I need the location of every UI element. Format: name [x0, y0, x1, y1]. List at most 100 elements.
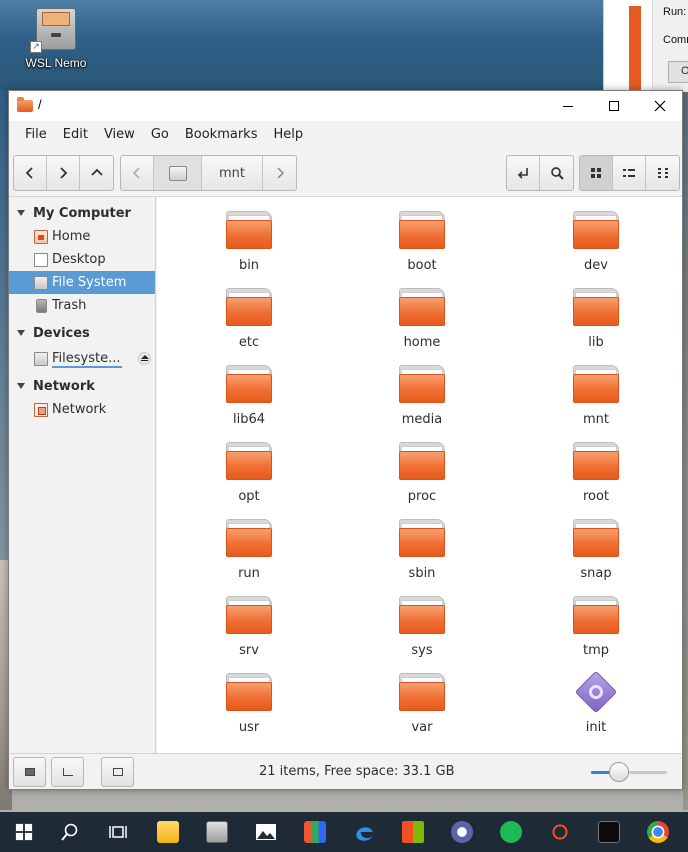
grid-view-icon — [591, 168, 601, 178]
taskbar-apps-grid-button[interactable] — [291, 812, 339, 852]
forward-button[interactable] — [47, 156, 80, 190]
task-view-icon — [109, 826, 127, 838]
menu-go[interactable]: Go — [143, 127, 177, 142]
taskbar-photos-button[interactable] — [242, 812, 290, 852]
folder-icon — [226, 365, 272, 403]
up-button[interactable] — [80, 156, 113, 190]
history-nav-group — [13, 155, 114, 191]
menu-view[interactable]: View — [96, 127, 143, 142]
sidebar-item-filesystem-device[interactable]: Filesyste... — [9, 347, 155, 370]
breadcrumb-mnt[interactable]: mnt — [202, 156, 263, 190]
menu-file[interactable]: File — [17, 127, 55, 142]
search-icon — [61, 823, 78, 841]
file-icon-view[interactable]: bin boot dev etc home lib lib64 media mnt opt proc… — [157, 197, 682, 753]
taskbar-ubuntu-button[interactable] — [536, 812, 584, 852]
file-item-lib[interactable]: lib — [541, 288, 651, 350]
file-item-media[interactable]: media — [367, 365, 477, 427]
file-item-sbin[interactable]: sbin — [367, 519, 477, 581]
list-view-button[interactable] — [613, 156, 646, 190]
icon-view-button[interactable] — [580, 156, 613, 190]
maximize-button[interactable] — [591, 91, 637, 121]
sidebar-item-network[interactable]: Network — [9, 398, 155, 421]
file-item-run[interactable]: run — [194, 519, 304, 581]
file-item-proc[interactable]: proc — [367, 442, 477, 504]
sidebar-item-label: Desktop — [52, 252, 106, 267]
file-item-init[interactable]: init — [541, 670, 651, 735]
file-item-sys[interactable]: sys — [367, 596, 477, 658]
menu-edit[interactable]: Edit — [55, 127, 96, 142]
minimize-button[interactable] — [545, 91, 591, 121]
taskbar-edge-button[interactable] — [340, 812, 388, 852]
maximize-icon — [609, 101, 619, 111]
dialog-ok-button[interactable]: O — [668, 61, 688, 83]
desktop-icon-wsl-nemo[interactable]: ↗ WSL Nemo — [22, 8, 90, 70]
taskbar-task-view-button[interactable] — [94, 812, 142, 852]
eject-icon[interactable] — [138, 352, 151, 365]
zoom-slider[interactable] — [591, 771, 667, 774]
taskbar-nemo-button[interactable] — [193, 812, 241, 852]
drive-icon — [34, 351, 48, 366]
file-item-root[interactable]: root — [541, 442, 651, 504]
taskbar-terminal-button[interactable] — [585, 812, 633, 852]
close-button[interactable] — [637, 91, 683, 121]
file-item-tmp[interactable]: tmp — [541, 596, 651, 658]
file-name-label: media — [401, 412, 443, 427]
sidebar-item-trash[interactable]: Trash — [9, 294, 155, 317]
back-button[interactable] — [14, 156, 47, 190]
taskbar-windows-start-button[interactable] — [0, 812, 48, 852]
file-item-mnt[interactable]: mnt — [541, 365, 651, 427]
sidebar-section-network[interactable]: Network — [9, 374, 155, 398]
store-icon — [402, 821, 424, 843]
show-places-button[interactable] — [13, 757, 46, 787]
folder-icon — [226, 673, 272, 711]
menu-help[interactable]: Help — [265, 127, 311, 142]
breadcrumb-root[interactable] — [154, 156, 202, 190]
breadcrumb-scroll-left[interactable] — [121, 156, 154, 190]
title-bar[interactable]: / — [9, 91, 682, 121]
tree-view-icon — [62, 768, 73, 776]
vpn-lock-icon — [451, 821, 473, 843]
sidebar-item-home[interactable]: Home — [9, 225, 155, 248]
taskbar-store-button[interactable] — [389, 812, 437, 852]
menu-bookmarks[interactable]: Bookmarks — [177, 127, 266, 142]
file-item-snap[interactable]: snap — [541, 519, 651, 581]
file-name-label: etc — [238, 335, 260, 350]
ubuntu-icon — [549, 821, 571, 843]
file-item-srv[interactable]: srv — [194, 596, 304, 658]
edge-icon — [356, 827, 373, 841]
sidebar-section-my-computer[interactable]: My Computer — [9, 201, 155, 225]
file-item-opt[interactable]: opt — [194, 442, 304, 504]
file-name-label: proc — [407, 489, 437, 504]
section-title: My Computer — [33, 205, 131, 221]
file-item-dev[interactable]: dev — [541, 211, 651, 273]
taskbar-chrome-button[interactable] — [634, 812, 682, 852]
taskbar-search-button[interactable] — [46, 812, 94, 852]
folder-icon — [399, 211, 445, 249]
file-item-home[interactable]: home — [367, 288, 477, 350]
taskbar-file-explorer-button[interactable] — [144, 812, 192, 852]
file-item-etc[interactable]: etc — [194, 288, 304, 350]
folder-icon — [573, 442, 619, 480]
sidebar-item-file-system[interactable]: File System — [9, 271, 155, 294]
show-treeview-button[interactable] — [51, 757, 84, 787]
file-item-lib64[interactable]: lib64 — [194, 365, 304, 427]
hide-sidebar-button[interactable] — [101, 757, 134, 787]
taskbar-spotify-button[interactable] — [487, 812, 535, 852]
file-item-usr[interactable]: usr — [194, 673, 304, 735]
zoom-slider-handle[interactable] — [609, 762, 629, 782]
sidebar-section-devices[interactable]: Devices — [9, 321, 155, 345]
file-item-bin[interactable]: bin — [194, 211, 304, 273]
spotify-icon — [500, 821, 522, 843]
search-button[interactable] — [540, 156, 573, 190]
folder-icon — [399, 519, 445, 557]
sidebar-item-desktop[interactable]: Desktop — [9, 248, 155, 271]
file-item-boot[interactable]: boot — [367, 211, 477, 273]
windows-start-icon — [15, 823, 33, 841]
taskbar-vpn-lock-button[interactable] — [438, 812, 486, 852]
file-name-label: tmp — [582, 643, 609, 658]
compact-view-button[interactable] — [646, 156, 679, 190]
breadcrumb-scroll-right[interactable] — [263, 156, 296, 190]
toggle-location-button[interactable] — [507, 156, 540, 190]
file-item-var[interactable]: var — [367, 673, 477, 735]
file-name-label: srv — [239, 643, 259, 658]
